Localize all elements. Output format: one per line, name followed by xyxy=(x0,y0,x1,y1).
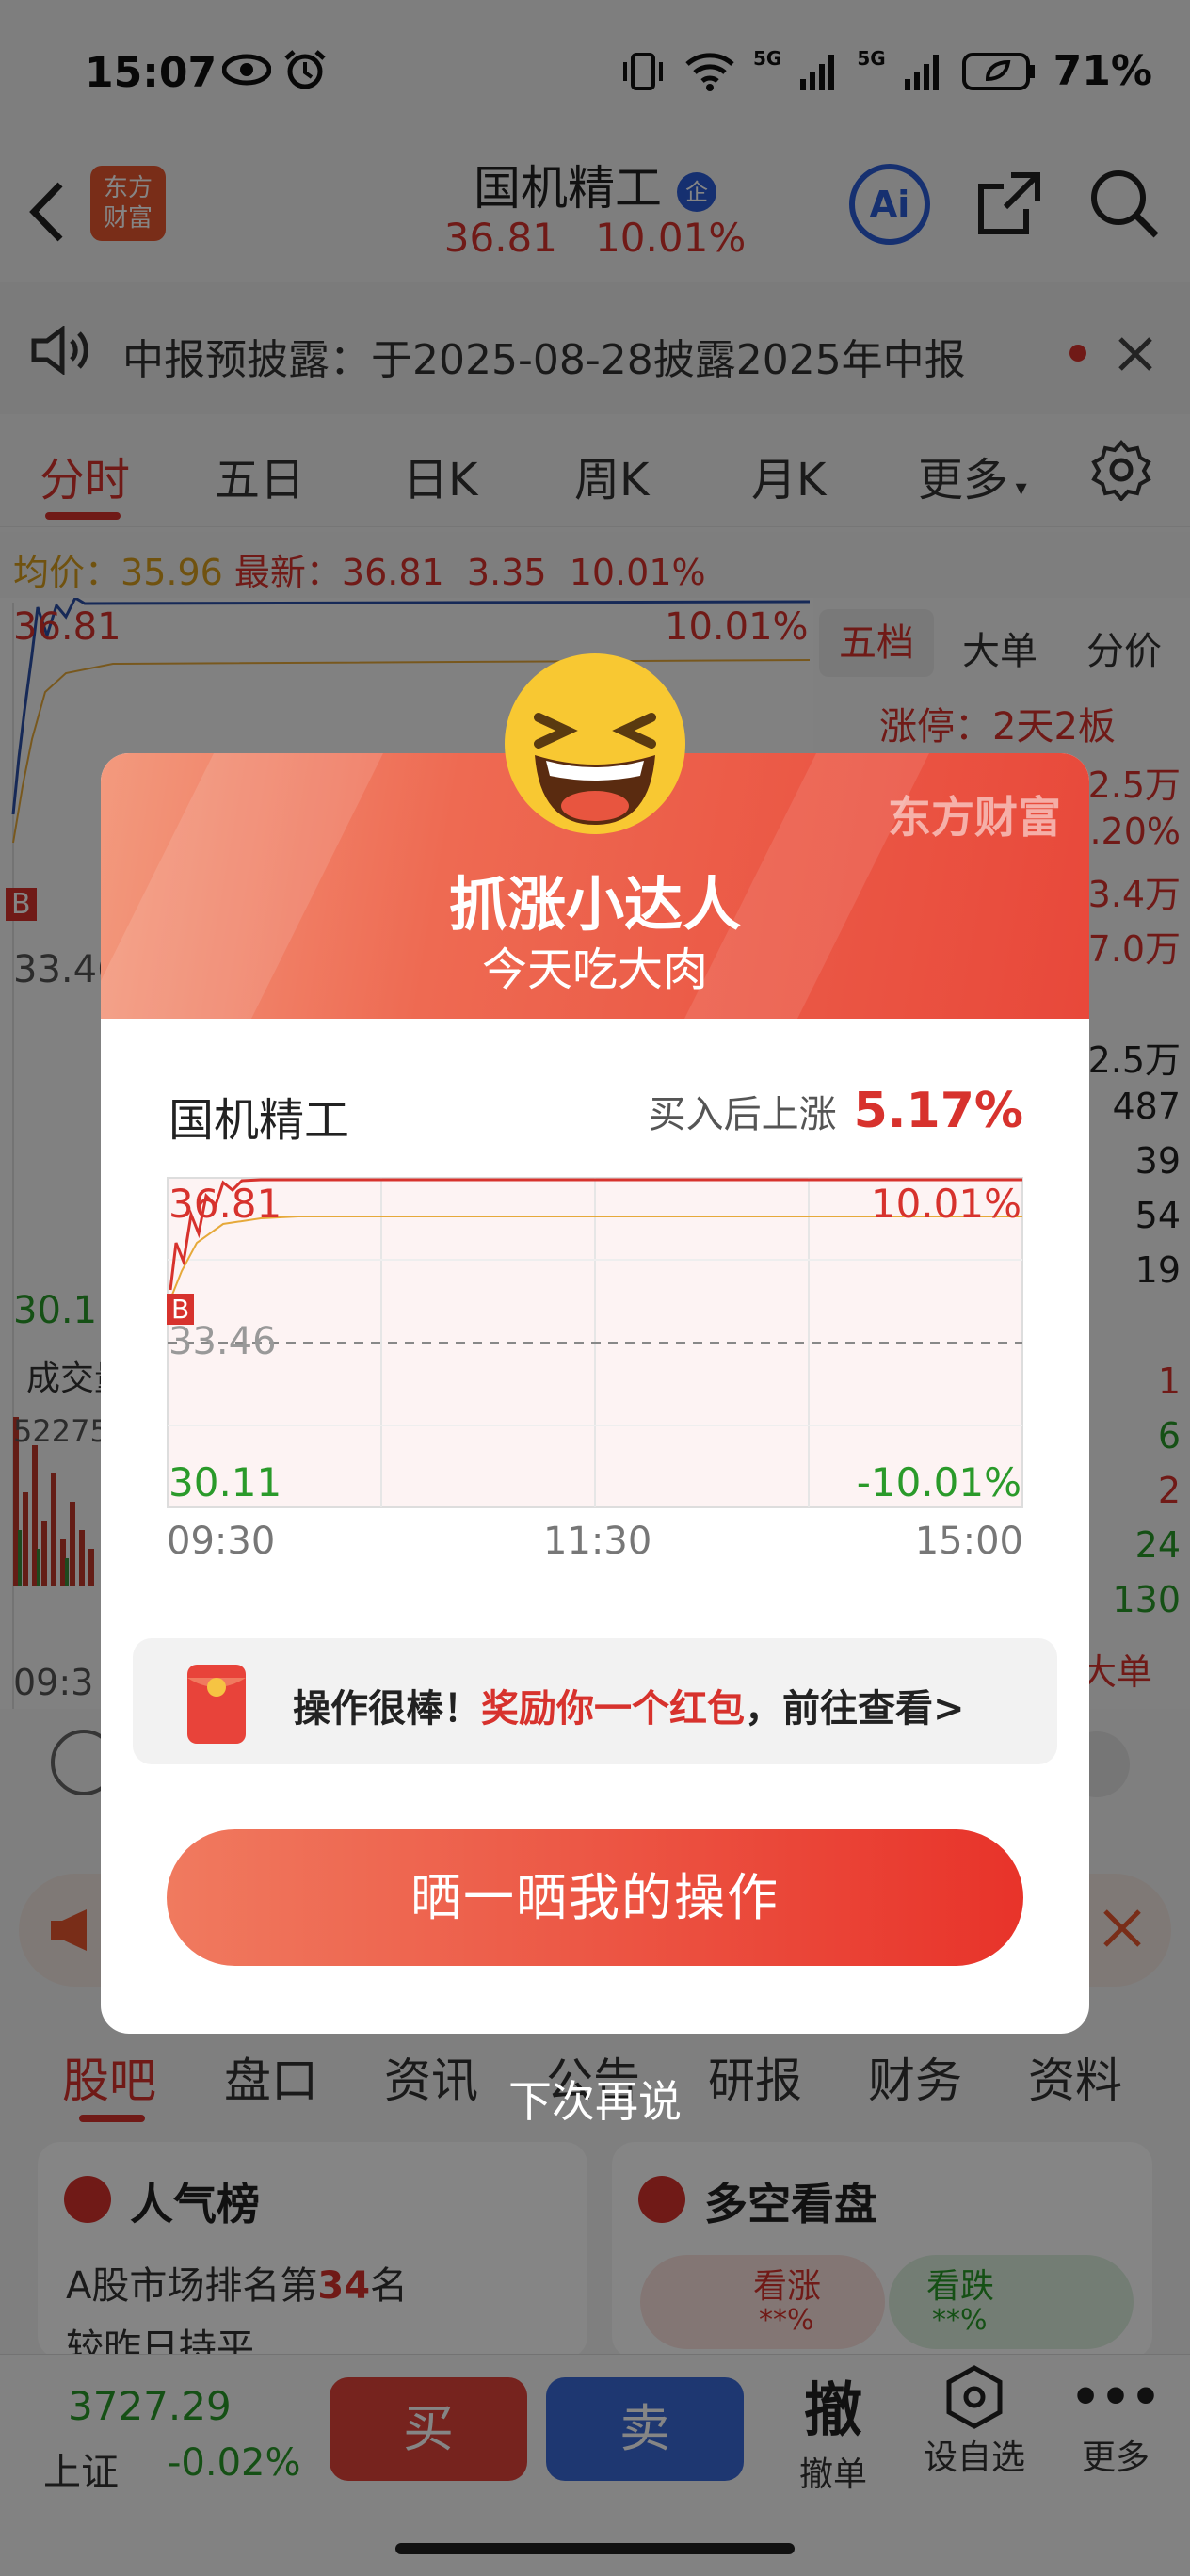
modal-stock-name: 国机精工 xyxy=(169,1094,350,1147)
red-packet-reward[interactable]: 操作很棒！奖励你一个红包，前往查看> xyxy=(133,1638,1057,1764)
modal-subtitle: 今天吃大肉 xyxy=(481,943,708,996)
red-packet-icon xyxy=(184,1659,249,1746)
achievement-modal: 东方财富 抓涨小达人 今天吃大肉 国机精工 买入后上涨 5.17% 36.81 … xyxy=(101,753,1089,2034)
laughing-emoji-icon xyxy=(501,650,689,838)
gain-percent: 5.17% xyxy=(853,1083,1023,1139)
dismiss-later-link[interactable]: 下次再说 xyxy=(0,2068,1190,2130)
gain-after-buy: 买入后上涨 5.17% xyxy=(648,1083,1023,1139)
modal-intraday-chart: 36.81 10.01% B 33.46 30.11 -10.01% 09:30… xyxy=(167,1177,1023,1563)
brand-watermark: 东方财富 xyxy=(888,792,1061,843)
modal-title: 抓涨小达人 xyxy=(448,870,741,939)
share-operation-button[interactable]: 晒一晒我的操作 xyxy=(167,1829,1023,1966)
